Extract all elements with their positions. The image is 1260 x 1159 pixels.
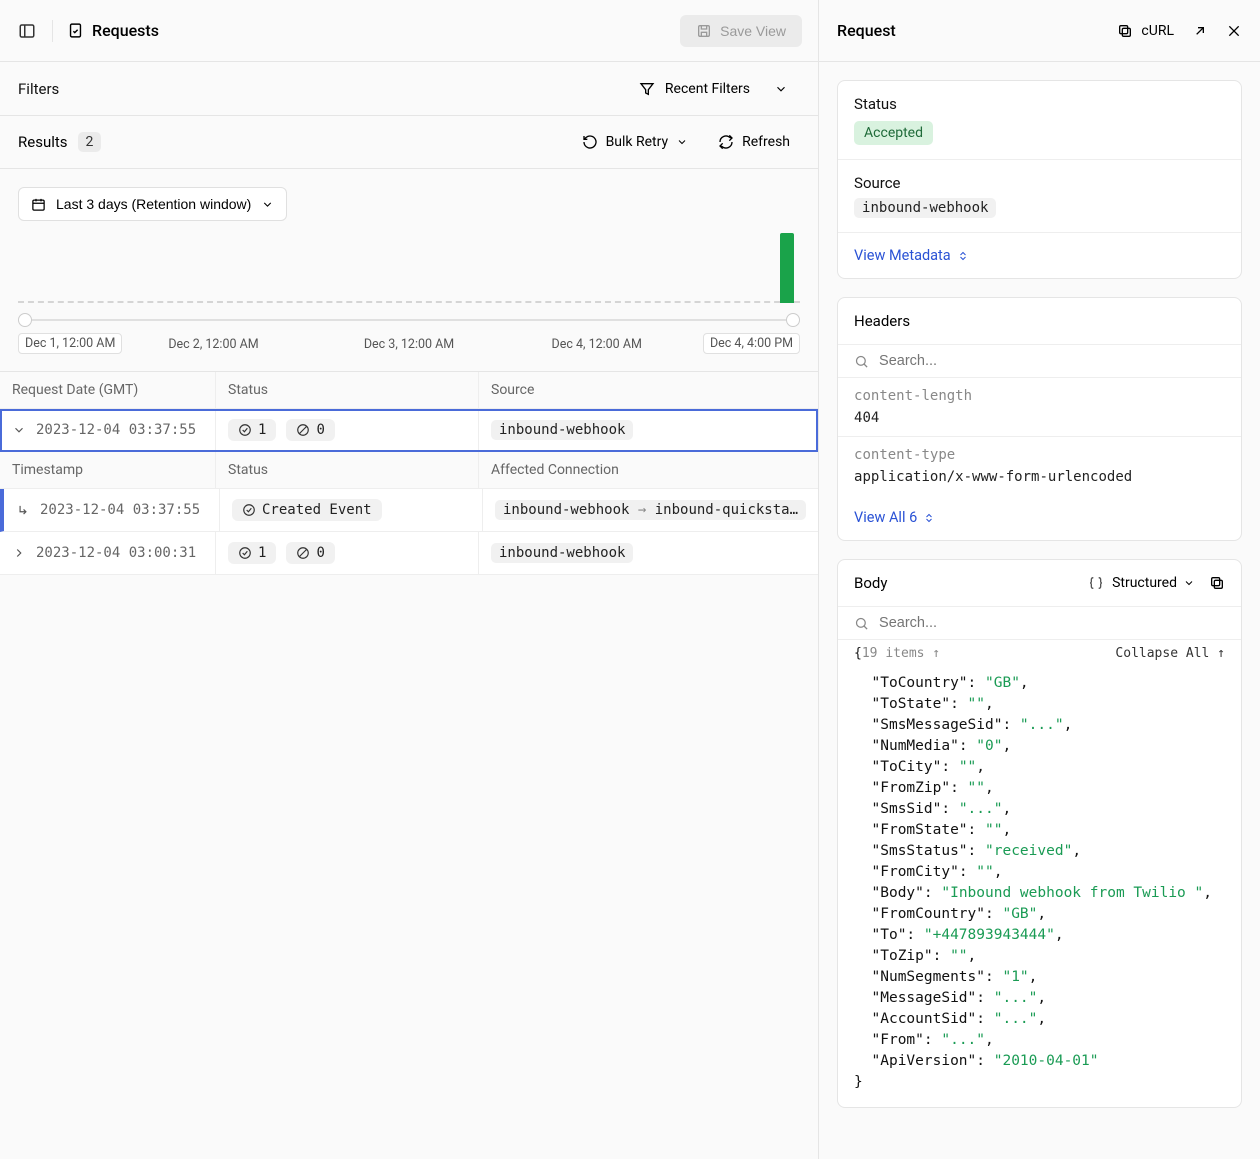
curl-label: cURL	[1141, 23, 1174, 39]
refresh-icon	[718, 134, 734, 150]
close-icon[interactable]	[1226, 23, 1242, 39]
header-key: content-length	[854, 388, 1225, 404]
row-date: 2023-12-04 03:37:55	[36, 422, 196, 438]
calendar-icon	[31, 197, 46, 212]
status-success-pill: 1	[228, 419, 276, 441]
page-title: Requests	[92, 21, 159, 40]
table-subrow[interactable]: 2023-12-04 03:37:55 Created Event inboun…	[0, 489, 818, 532]
row-source: inbound-webhook	[491, 420, 633, 440]
timerange-label: Last 3 days (Retention window)	[56, 196, 251, 212]
status-blocked-pill: 0	[286, 542, 334, 564]
slider-handle-left[interactable]	[18, 313, 32, 327]
timerange-selector[interactable]: Last 3 days (Retention window)	[18, 187, 287, 221]
headers-search-input[interactable]	[879, 353, 1225, 369]
col-header-date: Request Date (GMT)	[0, 372, 216, 408]
subrow-connection: inbound-webhook → inbound-quicksta…	[495, 500, 806, 520]
copy-icon	[1117, 23, 1133, 39]
chevron-down-icon	[261, 198, 274, 211]
table-row[interactable]: 2023-12-04 03:37:55 1 0 inbound-webhook	[0, 409, 818, 452]
bulk-retry-button[interactable]: Bulk Retry	[572, 128, 699, 156]
save-view-label: Save View	[720, 23, 786, 39]
col-header-timestamp: Timestamp	[0, 452, 216, 488]
chevron-down-icon[interactable]	[12, 423, 26, 437]
results-count: 2	[78, 132, 102, 152]
external-link-icon[interactable]	[1192, 23, 1208, 39]
retry-icon	[582, 134, 598, 150]
chevron-right-icon[interactable]	[12, 546, 26, 560]
body-json: "ToCountry": "GB", "ToState": "", "SmsMe…	[838, 673, 1241, 1107]
header-value: application/x-www-form-urlencoded	[854, 469, 1225, 485]
recent-filters-label: Recent Filters	[665, 81, 750, 97]
save-icon	[696, 23, 712, 39]
detail-title: Request	[837, 21, 896, 40]
x-tick: Dec 3, 12:00 AM	[364, 337, 454, 352]
row-date: 2023-12-04 03:00:31	[36, 545, 196, 561]
subrow-timestamp: 2023-12-04 03:37:55	[40, 502, 200, 518]
recent-filters-button[interactable]: Recent Filters	[627, 75, 800, 103]
items-meta[interactable]: 19 items ↑	[862, 646, 940, 661]
view-all-headers-link[interactable]: View All 6	[854, 509, 1225, 526]
collapse-all-button[interactable]: Collapse All ↑	[1115, 646, 1225, 661]
json-icon	[1088, 575, 1104, 591]
filters-label: Filters	[18, 80, 59, 98]
structured-toggle[interactable]: Structured	[1112, 575, 1195, 591]
divider	[52, 20, 53, 42]
chevron-down-icon	[774, 82, 788, 96]
slider-handle-right[interactable]	[786, 313, 800, 327]
save-view-button[interactable]: Save View	[680, 15, 802, 47]
col-header-connection: Affected Connection	[479, 452, 818, 488]
refresh-label: Refresh	[742, 134, 790, 150]
search-icon	[854, 354, 869, 369]
sidebar-toggle-icon[interactable]	[16, 20, 38, 42]
copy-body-icon[interactable]	[1209, 575, 1225, 591]
status-label: Status	[854, 95, 1225, 113]
range-start-chip: Dec 1, 12:00 AM	[18, 333, 122, 354]
status-badge: Accepted	[854, 121, 933, 145]
time-slider[interactable]	[18, 313, 800, 327]
status-success-pill: 1	[228, 542, 276, 564]
chart-bar	[780, 233, 794, 303]
table-row[interactable]: 2023-12-04 03:00:31 1 0 inbound-webhook	[0, 532, 818, 575]
source-value: inbound-webhook	[854, 198, 996, 218]
chevron-down-icon	[676, 136, 688, 148]
curl-button[interactable]: cURL	[1117, 23, 1174, 39]
requests-icon	[67, 22, 84, 39]
body-title: Body	[854, 574, 887, 592]
requests-chart	[18, 237, 800, 309]
body-search-input[interactable]	[879, 615, 1225, 631]
filter-icon	[639, 81, 655, 97]
x-tick: Dec 4, 12:00 AM	[552, 337, 642, 352]
col-header-status: Status	[216, 372, 479, 408]
view-metadata-link[interactable]: View Metadata	[854, 247, 1225, 264]
status-blocked-pill: 0	[286, 419, 334, 441]
subrow-arrow-icon	[16, 503, 30, 517]
source-label: Source	[854, 174, 1225, 192]
subrow-status-pill: Created Event	[232, 499, 382, 521]
bulk-retry-label: Bulk Retry	[606, 134, 669, 150]
range-end-chip: Dec 4, 4:00 PM	[703, 333, 800, 354]
requests-table: Request Date (GMT) Status Source 2023-12…	[0, 372, 818, 575]
search-icon	[854, 616, 869, 631]
header-value: 404	[854, 410, 1225, 426]
headers-title: Headers	[854, 312, 910, 330]
results-label: Results	[18, 133, 68, 151]
row-source: inbound-webhook	[491, 543, 633, 563]
col-header-source: Source	[479, 372, 818, 408]
header-key: content-type	[854, 447, 1225, 463]
col-header-substatus: Status	[216, 452, 479, 488]
x-tick: Dec 2, 12:00 AM	[168, 337, 258, 352]
refresh-button[interactable]: Refresh	[708, 128, 800, 156]
